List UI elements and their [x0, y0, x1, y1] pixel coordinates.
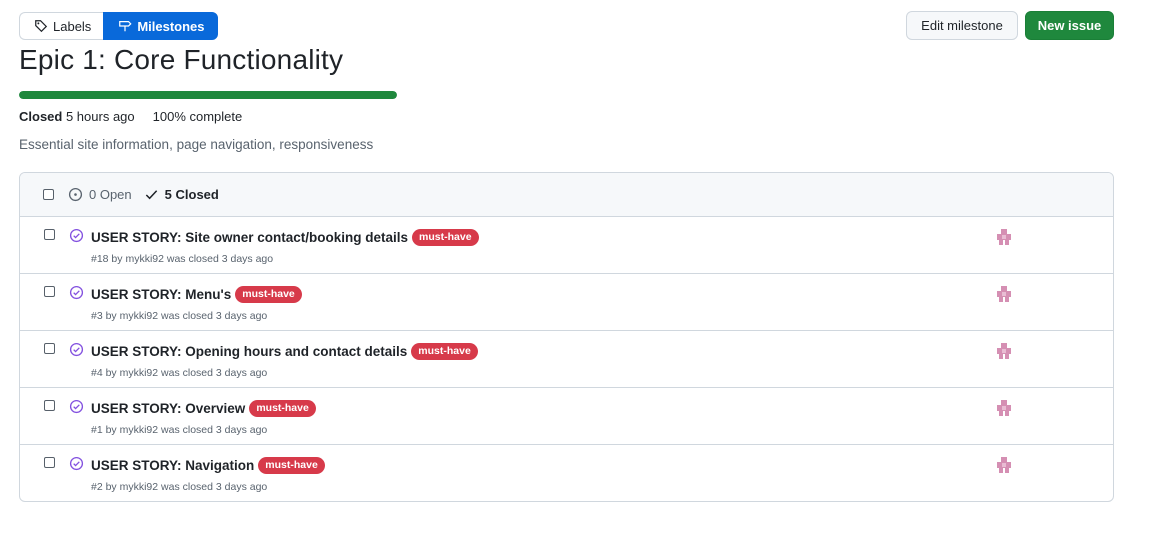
tab-labels[interactable]: Labels: [19, 12, 104, 40]
tab-milestones[interactable]: Milestones: [103, 12, 218, 40]
issue-title-line: USER STORY: Navigation must-have: [91, 457, 325, 474]
closed-count: 5 Closed: [164, 187, 219, 202]
issue-checkbox[interactable]: [44, 229, 55, 240]
issue-rows: USER STORY: Site owner contact/booking d…: [20, 217, 1113, 501]
milestone-progress-bar: [19, 91, 397, 99]
issue-title-line: USER STORY: Overview must-have: [91, 400, 316, 417]
closed-label: Closed: [19, 109, 63, 124]
issue-label[interactable]: must-have: [235, 286, 302, 303]
issue-row: USER STORY: Site owner contact/booking d…: [20, 217, 1113, 274]
closed-time: 5 hours ago: [65, 109, 135, 124]
milestone-meta: Closed 5 hours ago 100% complete: [19, 109, 242, 124]
tag-icon: [35, 20, 48, 33]
issue-row: USER STORY: Overview must-have #1 by myk…: [20, 388, 1113, 445]
progress-fill: [19, 91, 397, 99]
open-filter[interactable]: 0 Open: [68, 187, 132, 202]
closed-filter[interactable]: 5 Closed: [144, 187, 219, 202]
issues-list-header: 0 Open 5 Closed: [20, 173, 1113, 217]
select-all-checkbox[interactable]: [43, 189, 54, 200]
issue-title[interactable]: USER STORY: Opening hours and contact de…: [91, 344, 407, 359]
issue-closed-icon: [69, 399, 84, 414]
issue-row: USER STORY: Menu's must-have #3 by mykki…: [20, 274, 1113, 331]
avatar[interactable]: [995, 399, 1013, 417]
issue-label[interactable]: must-have: [258, 457, 325, 474]
issue-closed-icon: [69, 285, 84, 300]
issue-meta: #3 by mykki92 was closed 3 days ago: [91, 310, 268, 322]
issue-title-line: USER STORY: Site owner contact/booking d…: [91, 229, 479, 246]
issue-title[interactable]: USER STORY: Site owner contact/booking d…: [91, 230, 408, 245]
issue-meta: #1 by mykki92 was closed 3 days ago: [91, 424, 268, 436]
issue-row: USER STORY: Navigation must-have #2 by m…: [20, 445, 1113, 501]
milestone-icon: [119, 21, 132, 32]
tab-milestones-text: Milestones: [137, 18, 205, 34]
issue-checkbox[interactable]: [44, 457, 55, 468]
completion-text: 100% complete: [152, 109, 243, 124]
avatar[interactable]: [995, 285, 1013, 303]
issue-open-icon: [68, 187, 83, 202]
labels-milestones-tabs: Labels Milestones: [19, 12, 218, 40]
milestone-description: Essential site information, page navigat…: [19, 137, 374, 152]
issues-list: 0 Open 5 Closed USER STORY: Site owner c…: [19, 172, 1114, 502]
issue-meta: #4 by mykki92 was closed 3 days ago: [91, 367, 268, 379]
issue-row: USER STORY: Opening hours and contact de…: [20, 331, 1113, 388]
issue-label[interactable]: must-have: [411, 343, 478, 360]
issue-title-line: USER STORY: Menu's must-have: [91, 286, 302, 303]
avatar[interactable]: [995, 456, 1013, 474]
issue-title[interactable]: USER STORY: Navigation: [91, 458, 254, 473]
issue-label[interactable]: must-have: [412, 229, 479, 246]
issue-title[interactable]: USER STORY: Menu's: [91, 287, 231, 302]
new-issue-button[interactable]: New issue: [1025, 11, 1114, 40]
issue-closed-icon: [69, 342, 84, 357]
issue-closed-icon: [69, 456, 84, 471]
closed-status: Closed 5 hours ago: [19, 109, 135, 124]
issue-checkbox[interactable]: [44, 343, 55, 354]
issue-meta: #2 by mykki92 was closed 3 days ago: [91, 481, 268, 493]
edit-milestone-button[interactable]: Edit milestone: [906, 11, 1018, 40]
open-count: 0 Open: [89, 187, 132, 202]
avatar[interactable]: [995, 228, 1013, 246]
issue-closed-icon: [69, 228, 84, 243]
issue-label[interactable]: must-have: [249, 400, 316, 417]
issue-checkbox[interactable]: [44, 400, 55, 411]
milestone-title: Epic 1: Core Functionality: [19, 44, 344, 75]
tab-labels-text: Labels: [53, 18, 92, 34]
avatar[interactable]: [995, 342, 1013, 360]
check-icon: [145, 190, 157, 200]
issue-meta: #18 by mykki92 was closed 3 days ago: [91, 253, 274, 265]
issue-title[interactable]: USER STORY: Overview: [91, 401, 245, 416]
issue-checkbox[interactable]: [44, 286, 55, 297]
issue-title-line: USER STORY: Opening hours and contact de…: [91, 343, 478, 360]
